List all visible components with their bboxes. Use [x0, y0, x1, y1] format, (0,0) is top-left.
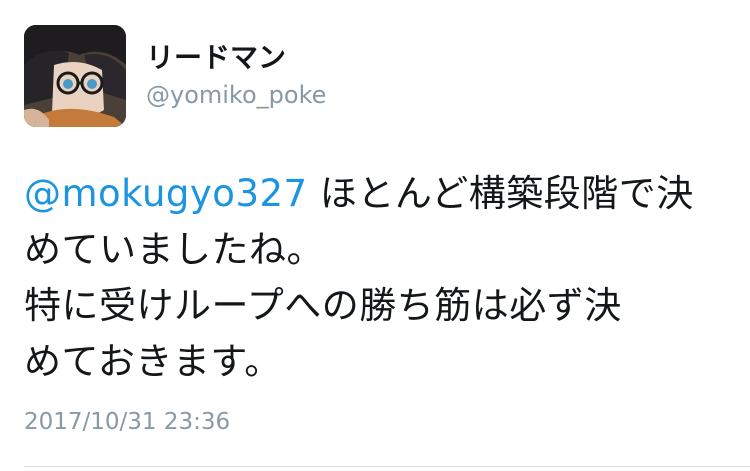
tweet-line-1-text: ほとんど構築段階で決 — [307, 172, 694, 215]
tweet-line-1: @mokugyo327 ほとんど構築段階で決 — [24, 166, 730, 222]
tweet-text: @mokugyo327 ほとんど構築段階で決 めていましたね。 特に受けループへ… — [24, 166, 730, 390]
mention-link[interactable]: @mokugyo327 — [24, 172, 308, 215]
user-names: リードマン @yomiko_poke — [146, 40, 326, 112]
tweet-card: リードマン @yomiko_poke @mokugyo327 ほとんど構築段階で… — [0, 0, 750, 471]
user-handle[interactable]: @yomiko_poke — [146, 78, 326, 112]
tweet-line-4: めておきます。 — [24, 340, 282, 383]
tweet-timestamp[interactable]: 2017/10/31 23:36 — [24, 407, 230, 437]
tweet-line-3: 特に受けループへの勝ち筋は必ず決 — [24, 284, 622, 327]
avatar-image — [24, 25, 126, 127]
tweet-line-2: めていましたね。 — [24, 228, 324, 271]
tweet-header: リードマン @yomiko_poke — [24, 24, 326, 128]
display-name[interactable]: リードマン — [146, 40, 326, 76]
divider — [24, 466, 750, 467]
avatar[interactable] — [24, 25, 126, 127]
